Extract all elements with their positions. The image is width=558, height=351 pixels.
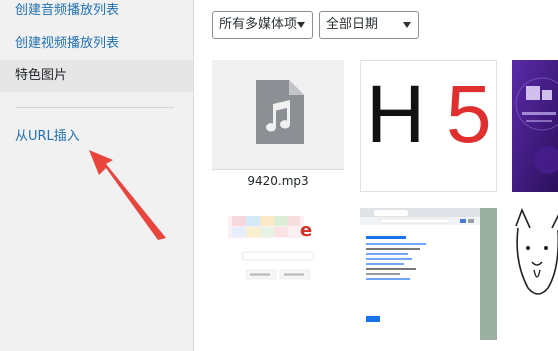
svg-text:e: e (300, 220, 312, 241)
media-tile-browser-screenshot[interactable] (360, 208, 497, 340)
purple-poster-thumbnail (512, 60, 558, 192)
google-homepage-thumbnail: e (212, 208, 344, 340)
media-sidebar: 创建音频播放列表 创建视频播放列表 特色图片 从URL插入 (0, 0, 194, 351)
chevron-down-icon (297, 22, 305, 28)
media-type-filter-value: 所有多媒体项 (219, 17, 298, 32)
date-filter-value: 全部日期 (326, 17, 379, 32)
audio-filename: 9420.mp3 (212, 169, 344, 192)
h5-letter: H (366, 69, 426, 160)
media-type-filter[interactable]: 所有多媒体项 (212, 11, 313, 39)
media-tile-audio[interactable]: 9420.mp3 (212, 60, 344, 192)
dog-sketch-thumbnail (512, 208, 558, 340)
media-tile-purple-image[interactable] (512, 60, 558, 192)
date-filter[interactable]: 全部日期 (319, 11, 419, 39)
sidebar-item-featured-image[interactable]: 特色图片 (0, 60, 193, 92)
sidebar-item-create-audio-playlist[interactable]: 创建音频播放列表 (0, 0, 193, 24)
chevron-down-icon (403, 22, 411, 28)
h5-number: 5 (446, 69, 492, 160)
sidebar-item-create-video-playlist[interactable]: 创建视频播放列表 (0, 28, 193, 60)
browser-screenshot-thumbnail (360, 208, 497, 340)
media-tile-dog-sketch[interactable] (512, 208, 558, 340)
media-tile-google-screenshot[interactable]: e (212, 208, 344, 340)
sidebar-divider (15, 107, 174, 108)
music-note-file-icon (256, 80, 304, 144)
sidebar-item-insert-from-url[interactable]: 从URL插入 (0, 121, 193, 153)
media-tile-h5-image[interactable]: H 5 (360, 60, 497, 192)
